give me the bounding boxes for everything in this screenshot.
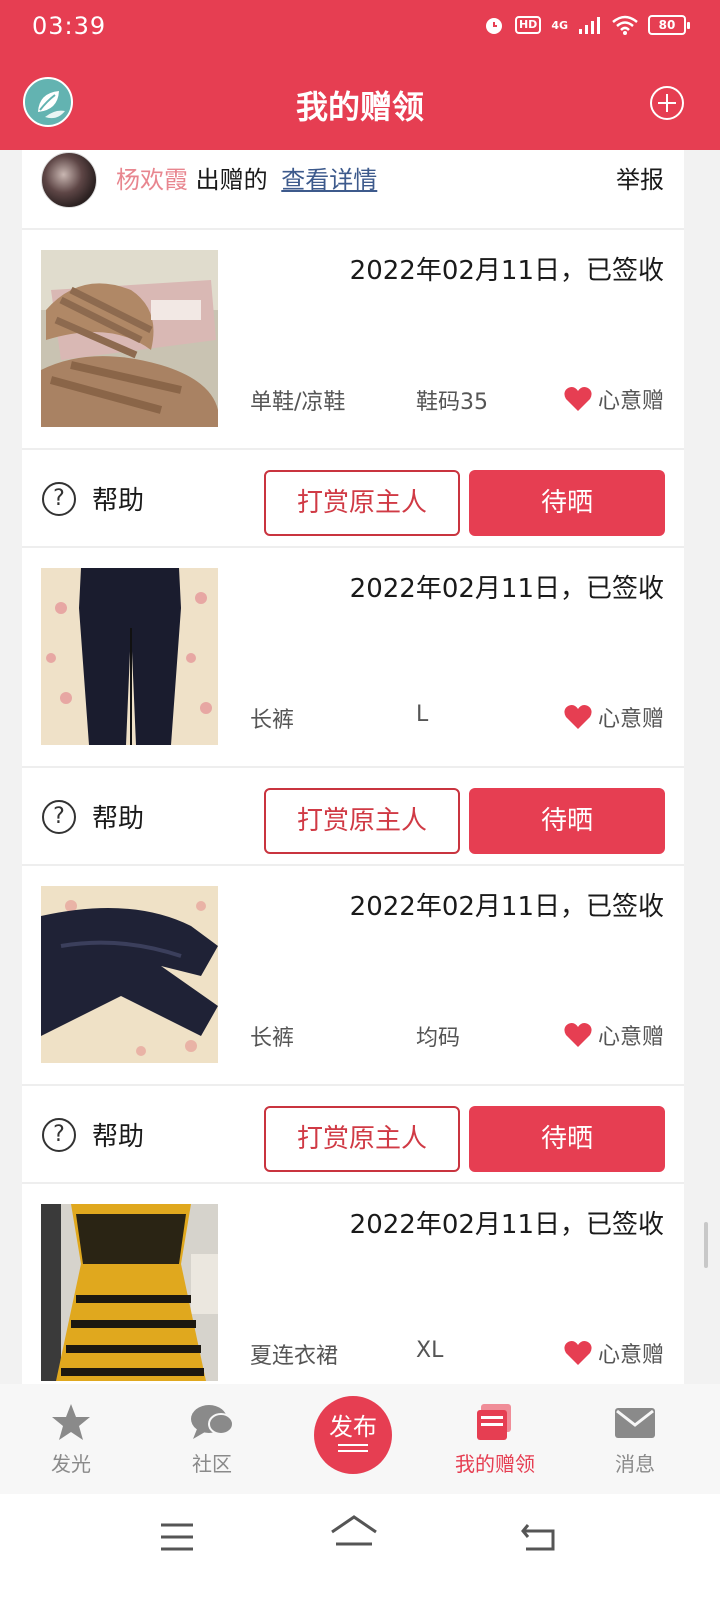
giver-line: 杨欢霞 出赠的 查看详情 [116,160,377,195]
publish-button[interactable]: 发布 [314,1396,392,1474]
scrollbar[interactable] [704,1222,708,1268]
item-size: 鞋码35 [416,390,488,415]
item-category: 夏连衣裙 [250,1344,339,1369]
item-size: XL [416,1338,444,1363]
tip-owner-button[interactable]: 打赏原主人 [264,470,460,536]
item-size: 均码 [416,1026,461,1051]
gift-type-label: 心意赠 [597,707,664,732]
item-actions: ? 帮助 打赏原主人 待晒 [22,1086,684,1184]
giver-row: 杨欢霞 出赠的 查看详情 举报 [22,150,684,230]
question-mark-icon: ? [42,1117,76,1152]
tip-owner-button[interactable]: 打赏原主人 [264,1106,460,1172]
wifi-icon [612,15,638,35]
nav-label: 消息 [615,1452,655,1476]
nav-label: 我的赠领 [455,1452,535,1476]
alarm-icon [485,18,502,34]
gift-type: 心意赠 [564,1337,664,1369]
pending-show-button[interactable]: 待晒 [469,788,665,854]
item-date-status: 2022年02月11日，已签收 [349,892,664,922]
gift-type-label: 心意赠 [597,1025,664,1050]
list-item[interactable]: 2022年02月11日，已签收 单鞋/凉鞋 鞋码35 心意赠 [22,230,684,450]
system-nav-bar [0,1494,720,1600]
gift-type-label: 心意赠 [597,1343,664,1368]
gift-type-label: 心意赠 [597,389,664,414]
status-icons: HD 4G 80 [483,14,690,36]
velvet-trousers-photo[interactable] [41,886,218,1063]
avatar[interactable] [41,152,97,208]
item-actions: ? 帮助 打赏原主人 待晒 [22,450,684,548]
help-label: 帮助 [92,804,145,834]
item-actions: ? 帮助 打赏原主人 待晒 [22,768,684,866]
heart-icon [564,705,592,729]
nav-item-shine[interactable]: 发光 [21,1402,121,1477]
bottom-nav: 发光 社区 发布 我的赠领 消息 [0,1384,720,1494]
giver-name[interactable]: 杨欢霞 [116,166,188,194]
app-bar: 我的赠领 [0,56,720,150]
question-mark-icon: ? [42,799,76,834]
back-icon[interactable] [520,1522,556,1552]
giver-action-text: 出赠的 [195,166,268,194]
view-details-link[interactable]: 查看详情 [281,166,377,194]
list-item[interactable]: 2022年02月11日，已签收 长裤 L 心意赠 [22,548,684,768]
gift-box-icon [477,1404,511,1440]
item-category: 长裤 [250,1026,295,1051]
status-time: 03:39 [32,12,107,40]
report-button[interactable]: 举报 [616,160,664,195]
item-size: L [416,702,429,727]
pending-show-button[interactable]: 待晒 [469,470,665,536]
help-button[interactable]: ? 帮助 [42,1116,144,1153]
list-item[interactable]: 2022年02月11日，已签收 夏连衣裙 XL 心意赠 [22,1184,684,1384]
sandals-photo[interactable] [41,250,218,427]
help-button[interactable]: ? 帮助 [42,798,144,835]
item-date-status: 2022年02月11日，已签收 [349,256,664,286]
star-icon [52,1404,90,1440]
heart-icon [564,387,592,411]
publish-label: 发布 [329,1413,377,1441]
list-item[interactable]: 2022年02月11日，已签收 长裤 均码 心意赠 [22,866,684,1086]
pending-show-button[interactable]: 待晒 [469,1106,665,1172]
nav-item-community[interactable]: 社区 [162,1402,262,1477]
heart-icon [564,1023,592,1047]
question-mark-icon: ? [42,481,76,516]
hd-badge: HD [514,16,542,34]
item-category: 单鞋/凉鞋 [250,390,346,415]
home-icon[interactable] [330,1514,378,1548]
status-bar: 03:39 HD 4G 80 [0,0,720,56]
help-button[interactable]: ? 帮助 [42,480,144,517]
help-label: 帮助 [92,1122,145,1152]
heart-icon [564,1341,592,1365]
nav-label: 发光 [51,1452,91,1476]
plus-circle-icon[interactable] [650,86,684,120]
battery-indicator: 80 [648,15,690,35]
chat-bubble-icon [191,1405,234,1439]
dark-trousers-photo[interactable] [41,568,218,745]
network-type: 4G [551,18,568,32]
signal-icon [579,17,600,34]
gift-list: 杨欢霞 出赠的 查看详情 举报 2022年02月11日，已签收 单鞋/凉鞋 鞋码… [22,150,684,1384]
gift-type: 心意赠 [564,701,664,733]
tip-owner-button[interactable]: 打赏原主人 [264,788,460,854]
nav-label: 社区 [192,1452,232,1476]
gift-type: 心意赠 [564,383,664,415]
help-label: 帮助 [92,486,145,516]
nav-item-messages[interactable]: 消息 [585,1402,685,1477]
item-category: 长裤 [250,708,295,733]
item-date-status: 2022年02月11日，已签收 [349,1210,664,1240]
menu-icon[interactable] [160,1522,194,1552]
yellow-dress-photo[interactable] [41,1204,218,1381]
mail-icon [615,1408,655,1438]
item-date-status: 2022年02月11日，已签收 [349,574,664,604]
page-title: 我的赠领 [295,88,424,126]
nav-item-my-gifts[interactable]: 我的赠领 [445,1402,545,1477]
publish-icon [338,1444,368,1452]
gift-type: 心意赠 [564,1019,664,1051]
